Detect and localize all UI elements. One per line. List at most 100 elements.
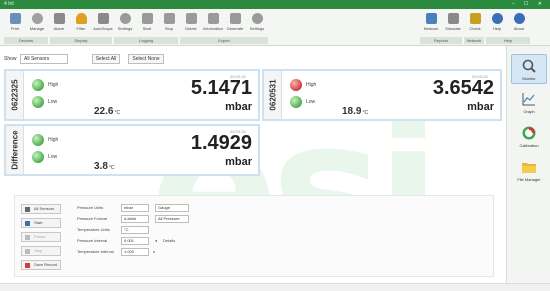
- logging-controls: All Sensors Start Pause Stop Save Record…: [14, 195, 494, 277]
- start-button[interactable]: Start: [136, 13, 158, 39]
- monitor-icon: [522, 59, 536, 73]
- temperature-interval-input[interactable]: 1.000: [121, 248, 149, 256]
- about-icon: [513, 13, 525, 24]
- print-button[interactable]: Print: [4, 13, 26, 39]
- temperature-units-select[interactable]: °C: [121, 226, 149, 234]
- manage-icon: [31, 13, 43, 24]
- sensor-panel-0622325[interactable]: 0622325 High Low 22.6°C 09:03:15 5.1471 …: [4, 69, 260, 121]
- play-icon: [25, 221, 30, 226]
- help-button[interactable]: Help: [486, 13, 508, 39]
- sidebar-item-calibration[interactable]: Calibration: [511, 122, 547, 152]
- high-alarm-led: [290, 79, 302, 91]
- temperature-reading: 3.8°C: [94, 161, 115, 172]
- ribbon-group-network: Network: [464, 37, 484, 44]
- graph-icon: [522, 93, 535, 106]
- help-icon: [491, 13, 503, 24]
- select-all-button[interactable]: Select All: [92, 54, 120, 64]
- high-label: High: [48, 137, 59, 143]
- stop-button[interactable]: Stop: [158, 13, 180, 39]
- autoscope-button[interactable]: AutoScope: [92, 13, 114, 39]
- check-button[interactable]: Check: [464, 13, 486, 39]
- sidebar-item-graph[interactable]: Graph: [511, 88, 547, 118]
- about-button[interactable]: About: [508, 13, 530, 39]
- temperature-reading: 18.9°C: [342, 106, 369, 117]
- calibration-icon: [522, 126, 536, 140]
- file-manager-icon: [522, 163, 536, 173]
- select-none-button[interactable]: Select None: [128, 54, 164, 64]
- stop-icon: [25, 249, 30, 254]
- autoscope-icon: [97, 13, 109, 24]
- pressure-format-select[interactable]: #.####: [121, 215, 149, 223]
- information-button[interactable]: Information: [202, 13, 224, 39]
- window-controls[interactable]: – ☐ ✕: [512, 1, 546, 7]
- show-label: Show: [4, 56, 17, 62]
- info-icon: ●: [155, 238, 158, 243]
- delete-icon: [185, 13, 197, 24]
- pressure-value: 5.1471: [190, 77, 252, 99]
- device-id: 0622325: [10, 79, 19, 111]
- delete-button[interactable]: Delete: [180, 13, 202, 39]
- generate-button[interactable]: Generate: [224, 13, 246, 39]
- temperature-reading: 22.6°C: [94, 106, 121, 117]
- pressure-value: 3.6542: [432, 77, 494, 99]
- sensor-panel-0620531[interactable]: 0620531 High Low 18.9°C 09:03:15 3.6542 …: [262, 69, 502, 121]
- ribbon-group-devices: Devices: [4, 37, 48, 44]
- filter-icon: [75, 13, 87, 24]
- high-label: High: [48, 82, 59, 88]
- pressure-value: 1.4929: [190, 132, 252, 154]
- ribbon-group-reports: Reports: [420, 37, 462, 44]
- generate-icon: [229, 13, 241, 24]
- pressure-interval-input[interactable]: 0.001: [121, 237, 149, 245]
- simulate-button[interactable]: Simulate: [442, 13, 464, 39]
- window-title: 4 Int: [4, 1, 14, 7]
- sidebar-item-monitor[interactable]: Monitor: [511, 54, 547, 84]
- sensor-filter-bar: Show All Sensors Select All Select None: [4, 53, 494, 67]
- sensors-icon: [25, 207, 30, 212]
- details-link[interactable]: Details: [163, 238, 175, 243]
- low-alarm-led: [32, 151, 44, 163]
- low-label: Low: [48, 99, 58, 105]
- sensor-select[interactable]: All Sensors: [20, 54, 68, 64]
- ribbon-group-display: Display: [50, 37, 112, 44]
- settings-button[interactable]: Settings: [114, 13, 136, 39]
- status-bar: [0, 283, 550, 291]
- high-label: High: [306, 82, 317, 88]
- network-button[interactable]: Network: [420, 13, 442, 39]
- pressure-scope-select[interactable]: All Pressure: [155, 215, 189, 223]
- low-alarm-led: [32, 96, 44, 108]
- check-icon: [469, 13, 481, 24]
- alarm-button[interactable]: Alarm: [48, 13, 70, 39]
- alarm-icon: [53, 13, 65, 24]
- settings2-button[interactable]: Settings: [246, 13, 268, 39]
- pressure-unit: mbar: [467, 101, 494, 113]
- panel-tab: Difference: [6, 126, 24, 174]
- pressure-unit: mbar: [225, 101, 252, 113]
- start-logging-button[interactable]: Start: [21, 218, 61, 228]
- sensor-panel-difference[interactable]: Difference High Low 3.8°C 09:03:15 1.492…: [4, 124, 260, 176]
- save-record-button[interactable]: Save Record: [21, 260, 61, 270]
- sidebar-item-file-manager[interactable]: File Manager: [511, 156, 547, 186]
- settings2-icon: [251, 13, 263, 24]
- ribbon-group-export: Export: [180, 37, 268, 44]
- print-icon: [9, 13, 21, 24]
- pause-icon: [25, 235, 30, 240]
- all-sensors-button[interactable]: All Sensors: [21, 204, 61, 214]
- temperature-interval-field: Temperature Interval 1.000 s: [77, 248, 155, 256]
- temperature-units-field: Temperature Units °C: [77, 226, 237, 235]
- pressure-format-field: Pressure Format #.#### All Pressure: [77, 215, 237, 224]
- panel-tab: 0622325: [6, 71, 24, 119]
- stop-logging-button[interactable]: Stop: [21, 246, 61, 256]
- network-icon: [425, 13, 437, 24]
- pressure-units-select[interactable]: mbar: [121, 204, 149, 212]
- high-alarm-led: [32, 79, 44, 91]
- device-id: Difference: [10, 130, 19, 170]
- stop-icon: [163, 13, 175, 24]
- filter-button[interactable]: Filter: [70, 13, 92, 39]
- pause-logging-button[interactable]: Pause: [21, 232, 61, 242]
- low-label: Low: [306, 99, 316, 105]
- pressure-unit: mbar: [225, 156, 252, 168]
- record-icon: [25, 263, 30, 268]
- manage-button[interactable]: Manage: [26, 13, 48, 39]
- high-alarm-led: [32, 134, 44, 146]
- pressure-type-select[interactable]: Gauge: [155, 204, 189, 212]
